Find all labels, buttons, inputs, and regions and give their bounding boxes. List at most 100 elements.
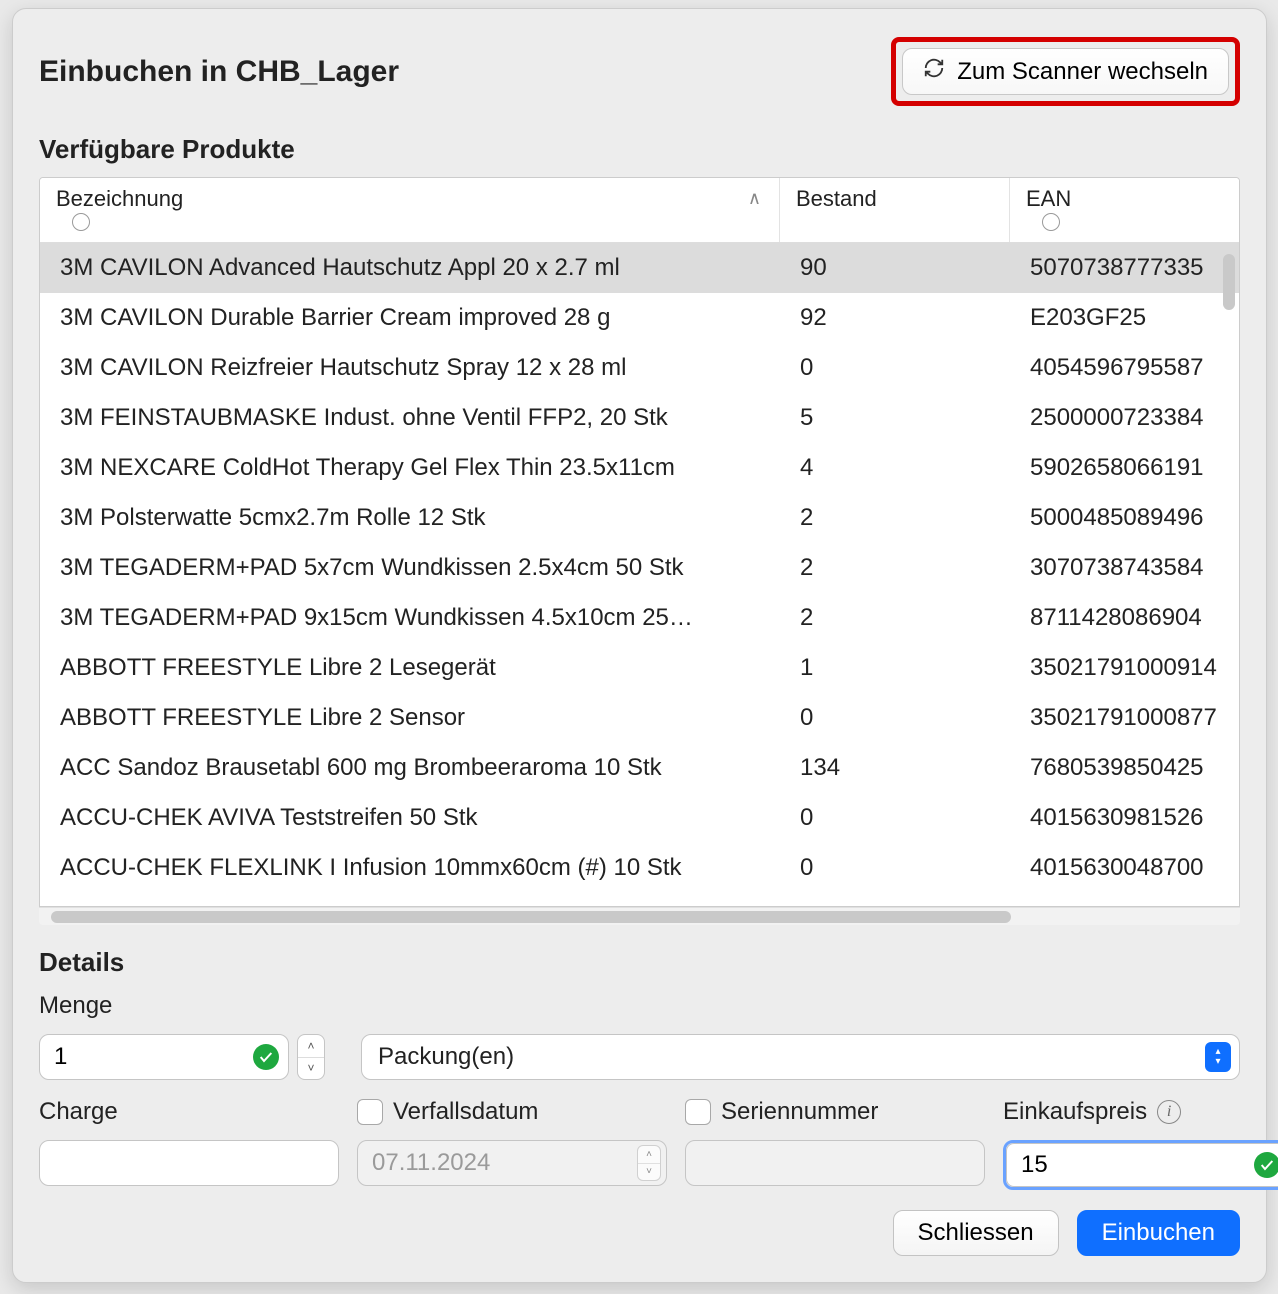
cell-name: 3M NEXCARE ColdHot Therapy Gel Flex Thin… <box>40 453 780 483</box>
cell-ean: 5902658066191 <box>1010 453 1239 483</box>
charge-field: Charge <box>39 1098 339 1186</box>
cell-ean: 4015630048700 <box>1010 853 1239 883</box>
column-header-stock[interactable]: Bestand <box>780 178 1010 242</box>
info-icon[interactable]: i <box>1157 1100 1181 1124</box>
cell-stock: 0 <box>780 803 1010 833</box>
cell-name: ABBOTT FREESTYLE Libre 2 Sensor <box>40 703 780 733</box>
cell-ean: 8711428086904 <box>1010 603 1239 633</box>
products-table: Bezeichnung ∧ Bestand EAN 3M CAVILON Adv… <box>39 177 1240 907</box>
cell-ean: 4054596795587 <box>1010 353 1239 383</box>
cell-stock: 2 <box>780 603 1010 633</box>
cell-name: ABBOTT FREESTYLE Libre 2 Lesegerät <box>40 653 780 683</box>
cell-name: 3M TEGADERM+PAD 9x15cm Wundkissen 4.5x10… <box>40 603 780 633</box>
cell-stock: 2 <box>780 503 1010 533</box>
expiry-input <box>357 1140 667 1186</box>
cell-name: ACCU-CHEK FLEXLINK I Infusion 10mmx60cm … <box>40 853 780 883</box>
cell-ean: 2500000723384 <box>1010 403 1239 433</box>
cell-ean: 5000485089496 <box>1010 503 1239 533</box>
table-row[interactable]: 3M NEXCARE ColdHot Therapy Gel Flex Thin… <box>40 443 1239 493</box>
table-row[interactable]: 3M TEGADERM+PAD 9x15cm Wundkissen 4.5x10… <box>40 593 1239 643</box>
cell-stock: 92 <box>780 303 1010 333</box>
cell-name: 3M CAVILON Durable Barrier Cream improve… <box>40 303 780 333</box>
table-row[interactable]: ACCU-CHEK FLEXLINK I Infusion 10mmx60cm … <box>40 843 1239 893</box>
quantity-input[interactable] <box>39 1034 289 1080</box>
column-header-name-label: Bezeichnung <box>56 186 183 211</box>
column-header-stock-label: Bestand <box>796 186 877 211</box>
cell-name: ACC Sandoz Brausetabl 600 mg Brombeeraro… <box>40 753 780 783</box>
sort-ascending-icon: ∧ <box>748 188 761 209</box>
menge-label: Menge <box>39 992 1240 1020</box>
column-filter-radio-name[interactable] <box>72 213 90 231</box>
serial-checkbox[interactable] <box>685 1099 711 1125</box>
chevron-up-icon: ˄ <box>638 1146 660 1164</box>
booking-dialog: Einbuchen in CHB_Lager Zum Scanner wechs… <box>12 8 1267 1283</box>
serial-input <box>685 1140 985 1186</box>
dialog-title: Einbuchen in CHB_Lager <box>39 55 399 89</box>
serial-label: Seriennummer <box>721 1098 878 1126</box>
charge-input[interactable] <box>39 1140 339 1186</box>
cell-ean: 5070738777335 <box>1010 253 1239 283</box>
cell-ean: E203GF25 <box>1010 303 1239 333</box>
quantity-stepper[interactable]: ˄ ˅ <box>297 1034 325 1080</box>
cell-stock: 4 <box>780 453 1010 483</box>
purchase-price-field: Einkaufspreis i <box>1003 1098 1278 1190</box>
purchase-price-label: Einkaufspreis <box>1003 1098 1147 1126</box>
cell-ean: 35021791000914 <box>1010 653 1239 683</box>
table-header: Bezeichnung ∧ Bestand EAN <box>40 178 1239 243</box>
cell-name: 3M FEINSTAUBMASKE Indust. ohne Ventil FF… <box>40 403 780 433</box>
serial-field: Seriennummer <box>685 1098 985 1186</box>
scanner-highlight: Zum Scanner wechseln <box>891 37 1240 106</box>
charge-label: Charge <box>39 1098 339 1126</box>
cell-ean: 4015630981526 <box>1010 803 1239 833</box>
cell-name: 3M Polsterwatte 5cmx2.7m Rolle 12 Stk <box>40 503 780 533</box>
vertical-scrollbar-thumb[interactable] <box>1223 254 1235 310</box>
table-row[interactable]: 3M CAVILON Reizfreier Hautschutz Spray 1… <box>40 343 1239 393</box>
expiry-label: Verfallsdatum <box>393 1098 538 1126</box>
table-row[interactable]: 3M Polsterwatte 5cmx2.7m Rolle 12 Stk250… <box>40 493 1239 543</box>
products-section-title: Verfügbare Produkte <box>39 134 1240 165</box>
cell-stock: 134 <box>780 753 1010 783</box>
details-section-title: Details <box>39 947 1240 978</box>
cell-ean: 7680539850425 <box>1010 753 1239 783</box>
valid-check-icon <box>253 1044 279 1070</box>
expiry-stepper: ˄ ˅ <box>637 1145 661 1181</box>
table-body[interactable]: 3M CAVILON Advanced Hautschutz Appl 20 x… <box>40 243 1239 895</box>
table-row[interactable]: ABBOTT FREESTYLE Libre 2 Sensor035021791… <box>40 693 1239 743</box>
book-button[interactable]: Einbuchen <box>1077 1210 1240 1256</box>
expiry-checkbox[interactable] <box>357 1099 383 1125</box>
cell-name: 3M CAVILON Reizfreier Hautschutz Spray 1… <box>40 353 780 383</box>
column-header-ean-label: EAN <box>1026 186 1071 211</box>
cell-ean: 35021791000877 <box>1010 703 1239 733</box>
column-filter-radio-ean[interactable] <box>1042 213 1060 231</box>
table-row[interactable]: ACCU-CHEK GUIDE Set mmol/l inkl 1x10 Tes… <box>40 893 1239 895</box>
table-row[interactable]: ABBOTT FREESTYLE Libre 2 Lesegerät135021… <box>40 643 1239 693</box>
table-row[interactable]: 3M CAVILON Durable Barrier Cream improve… <box>40 293 1239 343</box>
table-row[interactable]: 3M TEGADERM+PAD 5x7cm Wundkissen 2.5x4cm… <box>40 543 1239 593</box>
table-row[interactable]: 3M FEINSTAUBMASKE Indust. ohne Ventil FF… <box>40 393 1239 443</box>
horizontal-scrollbar[interactable] <box>39 907 1240 925</box>
valid-check-icon <box>1254 1152 1278 1178</box>
unit-select-value: Packung(en) <box>378 1043 514 1071</box>
horizontal-scrollbar-thumb[interactable] <box>51 911 1011 923</box>
details-section: Details Menge ˄ ˅ Packung(en) ▴▾ <box>39 947 1240 1256</box>
chevron-down-icon[interactable]: ˅ <box>298 1058 324 1080</box>
table-row[interactable]: ACCU-CHEK AVIVA Teststreifen 50 Stk04015… <box>40 793 1239 843</box>
cell-ean: 3070738743584 <box>1010 553 1239 583</box>
column-header-name[interactable]: Bezeichnung ∧ <box>40 178 780 242</box>
unit-select[interactable]: Packung(en) ▴▾ <box>361 1034 1240 1080</box>
refresh-icon <box>923 57 945 86</box>
quantity-group: ˄ ˅ <box>39 1034 325 1080</box>
chevron-up-icon[interactable]: ˄ <box>298 1035 324 1058</box>
purchase-price-input[interactable] <box>1006 1143 1278 1187</box>
close-button[interactable]: Schliessen <box>893 1210 1059 1256</box>
cell-name: 3M TEGADERM+PAD 5x7cm Wundkissen 2.5x4cm… <box>40 553 780 583</box>
switch-to-scanner-button[interactable]: Zum Scanner wechseln <box>902 48 1229 95</box>
table-row[interactable]: 3M CAVILON Advanced Hautschutz Appl 20 x… <box>40 243 1239 293</box>
cell-stock: 1 <box>780 653 1010 683</box>
chevron-down-icon: ˅ <box>638 1164 660 1181</box>
cell-stock: 2 <box>780 553 1010 583</box>
cell-stock: 90 <box>780 253 1010 283</box>
column-header-ean[interactable]: EAN <box>1010 178 1239 242</box>
expiry-field: Verfallsdatum ˄ ˅ <box>357 1098 667 1186</box>
table-row[interactable]: ACC Sandoz Brausetabl 600 mg Brombeeraro… <box>40 743 1239 793</box>
